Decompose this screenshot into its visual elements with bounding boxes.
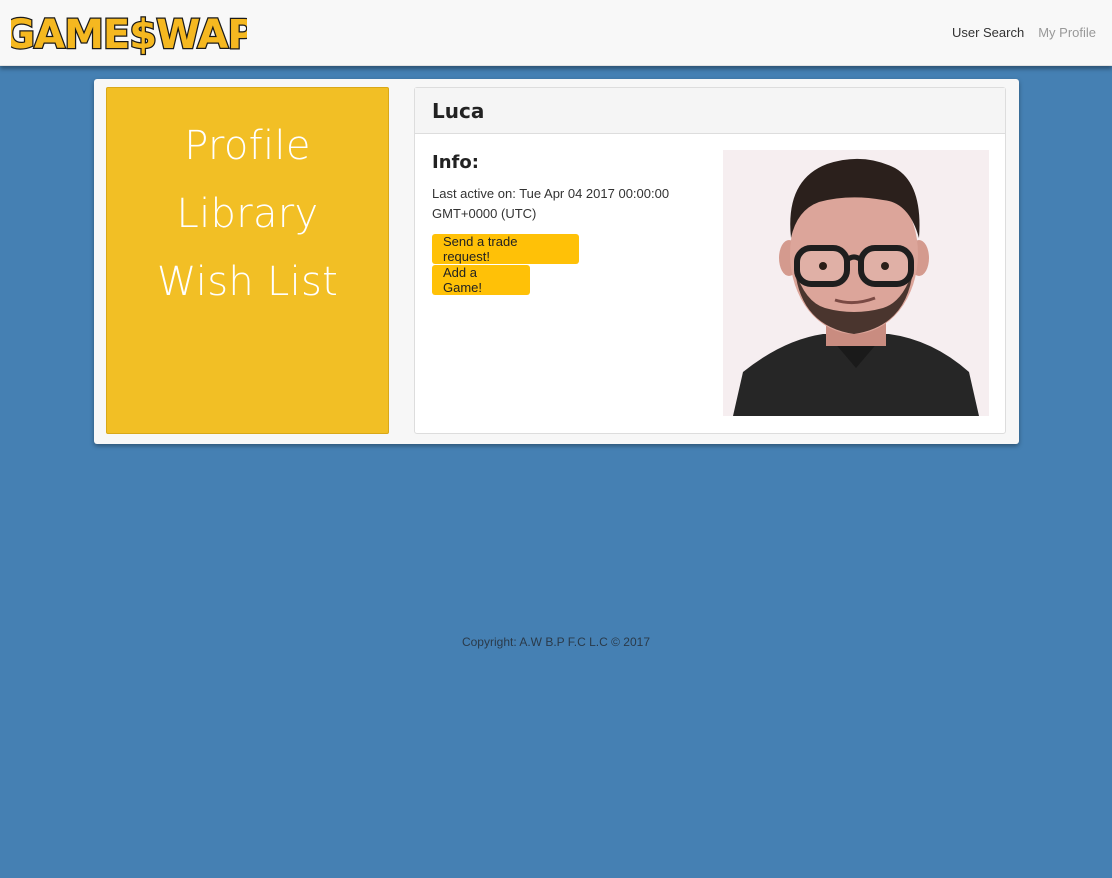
gameswap-logo[interactable]: GAME$WAP <box>11 8 247 56</box>
top-navbar: GAME$WAP User Search My Profile <box>0 0 1112 66</box>
nav-user-search-link[interactable]: User Search <box>952 25 1024 40</box>
side-menu-item-wish-list[interactable]: Wish List <box>107 248 388 316</box>
avatar <box>723 150 989 416</box>
logo-text: GAME$WAP <box>11 12 247 56</box>
nav-links: User Search My Profile <box>952 25 1096 40</box>
nav-my-profile-link[interactable]: My Profile <box>1038 25 1096 40</box>
send-trade-request-button[interactable]: Send a trade request! <box>432 234 579 264</box>
profile-card: Profile Library Wish List Luca Info: Las… <box>94 79 1019 444</box>
side-menu: Profile Library Wish List <box>106 87 389 434</box>
user-photo-icon <box>723 150 989 416</box>
footer-copyright: Copyright: A.W B.P F.C L.C © 2017 <box>461 635 651 649</box>
panel-heading: Luca <box>415 88 1005 134</box>
username-heading: Luca <box>432 99 485 123</box>
info-heading: Info: <box>432 152 479 173</box>
profile-panel: Luca Info: Last active on: Tue Apr 04 20… <box>414 87 1006 434</box>
last-active-text: Last active on: Tue Apr 04 2017 00:00:00… <box>432 186 670 221</box>
side-menu-item-library[interactable]: Library <box>107 180 388 248</box>
side-menu-item-profile[interactable]: Profile <box>107 112 388 180</box>
add-game-button[interactable]: Add a Game! <box>432 265 530 295</box>
